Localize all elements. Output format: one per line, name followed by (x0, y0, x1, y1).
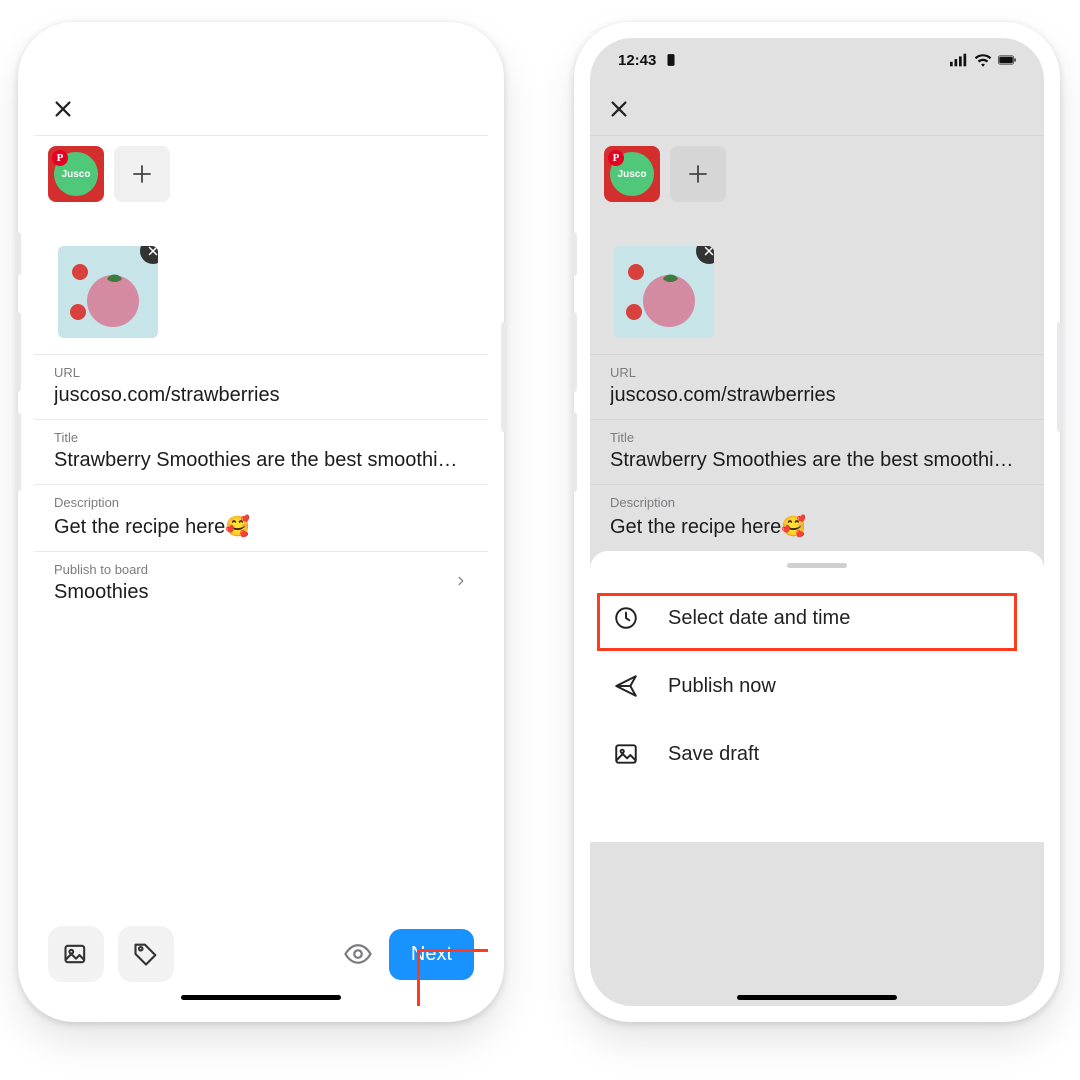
url-value: juscoso.com/strawberries (610, 384, 1024, 407)
preview-button[interactable] (343, 939, 373, 969)
title-label: Title (54, 430, 468, 445)
clock-icon (612, 604, 640, 632)
close-button[interactable] (604, 94, 634, 124)
image-thumbnail[interactable] (614, 246, 714, 338)
title-label: Title (610, 430, 1024, 445)
url-value: juscoso.com/strawberries (54, 384, 468, 407)
description-label: Description (54, 495, 468, 510)
save-draft-option[interactable]: Save draft (590, 720, 1044, 788)
image-preview-area (34, 210, 488, 354)
title-value: Strawberry Smoothies are the best smooth… (54, 449, 468, 472)
description-label: Description (610, 495, 1024, 510)
board-value: Smoothies (54, 581, 149, 604)
tag-button[interactable] (118, 926, 174, 982)
schedule-label: Select date and time (668, 607, 850, 630)
image-icon (612, 740, 640, 768)
account-selector: P Jusco (34, 136, 488, 210)
pinterest-badge-icon: P (52, 150, 68, 166)
home-indicator[interactable] (181, 995, 341, 1000)
url-field[interactable]: URL juscoso.com/strawberries (590, 354, 1044, 419)
account-chip-jusco[interactable]: P Jusco (48, 146, 104, 202)
person-icon (662, 53, 680, 67)
description-value: Get the recipe here🥰 (54, 514, 468, 539)
publish-action-sheet: Select date and time Publish now Save dr… (590, 551, 1044, 842)
home-indicator[interactable] (737, 995, 897, 1000)
send-icon (612, 672, 640, 700)
title-value: Strawberry Smoothies are the best smooth… (610, 449, 1024, 472)
publish-now-label: Publish now (668, 675, 776, 698)
description-field[interactable]: Description Get the recipe here🥰 (34, 484, 488, 551)
cellular-icon (950, 53, 968, 67)
chevron-right-icon (454, 570, 468, 597)
schedule-option[interactable]: Select date and time (590, 584, 1044, 652)
publish-board-field[interactable]: Publish to board Smoothies (34, 551, 488, 616)
brand-label: Jusco (618, 169, 647, 180)
account-selector: P Jusco (590, 136, 1044, 210)
wifi-icon (974, 53, 992, 67)
board-label: Publish to board (54, 562, 149, 577)
brand-label: Jusco (62, 169, 91, 180)
url-label: URL (54, 365, 468, 380)
status-time: 12:43 (618, 52, 656, 69)
status-bar: 12:43 (590, 38, 1044, 82)
account-chip-jusco[interactable]: P Jusco (604, 146, 660, 202)
next-button[interactable]: Next (389, 929, 474, 980)
add-account-button[interactable] (114, 146, 170, 202)
media-button[interactable] (48, 926, 104, 982)
top-bar (34, 82, 488, 136)
image-thumbnail[interactable] (58, 246, 158, 338)
publish-now-option[interactable]: Publish now (590, 652, 1044, 720)
screen-create-pin: P Jusco URL (34, 38, 488, 1006)
top-bar (590, 82, 1044, 136)
close-button[interactable] (48, 94, 78, 124)
url-field[interactable]: URL juscoso.com/strawberries (34, 354, 488, 419)
phone-left: P Jusco URL (18, 22, 504, 1022)
image-preview-area (590, 210, 1044, 354)
battery-icon (998, 53, 1016, 67)
title-field[interactable]: Title Strawberry Smoothies are the best … (34, 419, 488, 484)
description-value: Get the recipe here🥰 (610, 514, 1024, 539)
add-account-button[interactable] (670, 146, 726, 202)
description-field[interactable]: Description Get the recipe here🥰 (590, 484, 1044, 551)
screen-publish-sheet: 12:43 P Jusco (590, 38, 1044, 1006)
bottom-bar: Next (34, 918, 488, 1006)
sheet-grabber[interactable] (787, 563, 847, 568)
pinterest-badge-icon: P (608, 150, 624, 166)
save-draft-label: Save draft (668, 743, 759, 766)
url-label: URL (610, 365, 1024, 380)
title-field[interactable]: Title Strawberry Smoothies are the best … (590, 419, 1044, 484)
phone-right: 12:43 P Jusco (574, 22, 1060, 1022)
